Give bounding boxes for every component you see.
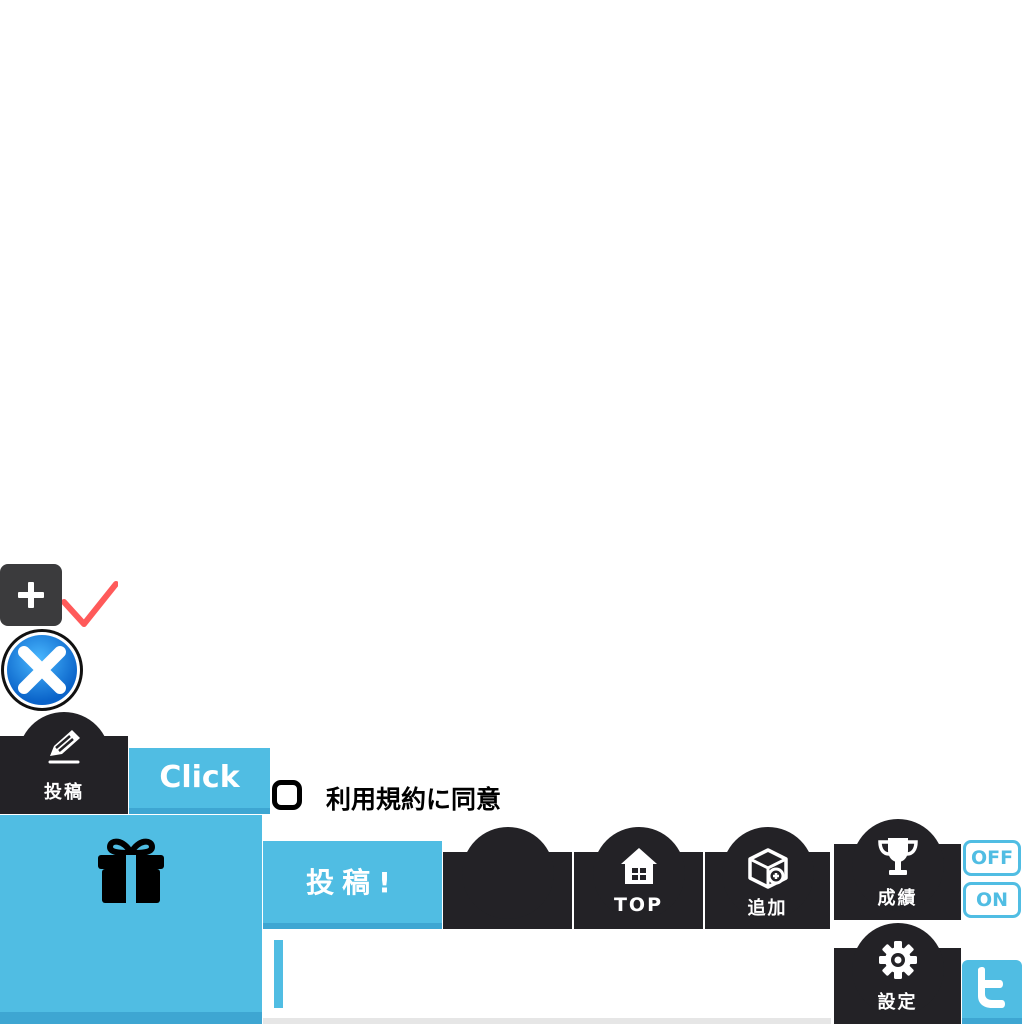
text-cursor xyxy=(274,940,283,1008)
post-tab[interactable]: 投稿 xyxy=(0,712,128,814)
gift-icon xyxy=(98,838,164,903)
submit-post-button[interactable]: 投稿! xyxy=(263,841,442,929)
add-tab[interactable]: 追加 xyxy=(705,827,830,929)
toggle-off-button[interactable]: OFF xyxy=(963,840,1021,876)
top-tab-label: TOP xyxy=(613,894,664,916)
score-tab[interactable]: 成績 xyxy=(834,819,961,920)
twitter-icon xyxy=(978,967,1005,1008)
pencil-icon xyxy=(48,730,80,764)
blank-tab[interactable] xyxy=(443,827,572,929)
click-button[interactable]: Click xyxy=(129,748,270,814)
plus-button[interactable] xyxy=(0,564,62,626)
tab-dome xyxy=(461,827,554,919)
top-tab[interactable]: TOP xyxy=(574,827,703,929)
settings-tab[interactable]: 設定 xyxy=(834,923,961,1024)
close-button[interactable] xyxy=(0,628,84,712)
add-box-icon xyxy=(747,848,788,889)
terms-label: 利用規約に同意 xyxy=(326,785,502,814)
trophy-icon xyxy=(877,838,918,875)
home-icon xyxy=(620,848,657,884)
close-icon xyxy=(1,629,83,711)
plus-icon xyxy=(18,582,44,608)
post-tab-label: 投稿 xyxy=(44,782,84,803)
toggle-on-button[interactable]: ON xyxy=(963,882,1021,918)
twitter-share-button[interactable] xyxy=(962,960,1022,1024)
gear-icon xyxy=(878,941,917,979)
add-tab-label: 追加 xyxy=(747,898,788,919)
post-text-input[interactable] xyxy=(263,930,831,1024)
terms-checkbox[interactable] xyxy=(272,780,302,810)
terms-agreement[interactable]: 利用規約に同意 xyxy=(270,778,570,818)
gift-panel[interactable] xyxy=(0,815,262,1024)
checkmark-icon xyxy=(62,581,118,627)
score-tab-label: 成績 xyxy=(877,888,918,909)
settings-tab-label: 設定 xyxy=(877,992,918,1013)
